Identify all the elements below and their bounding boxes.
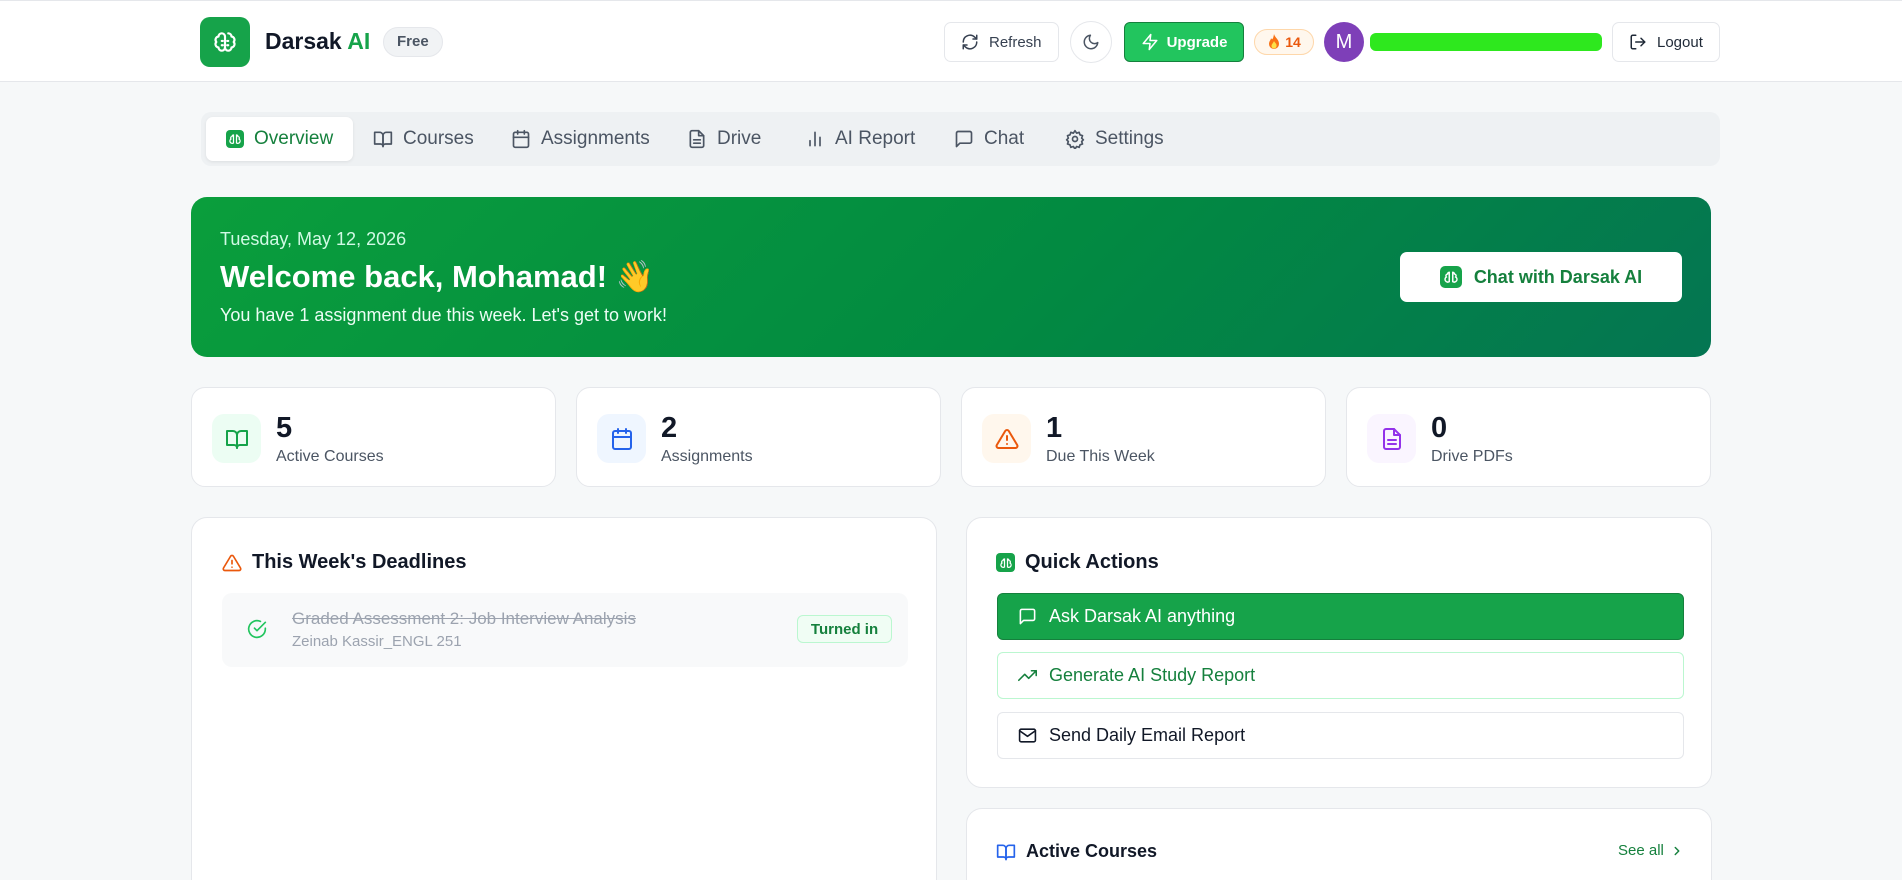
deadlines-panel: This Week's Deadlines Graded Assessment …: [191, 517, 937, 880]
generate-report-button[interactable]: Generate AI Study Report: [997, 652, 1684, 699]
top-header: Darsak AI Free Refresh Upgrade 14 M Logo…: [0, 0, 1902, 82]
ask-ai-button[interactable]: Ask Darsak AI anything: [997, 593, 1684, 640]
document-icon: [689, 129, 705, 149]
logout-icon: [1630, 34, 1646, 50]
quick-actions-title: Quick Actions: [996, 551, 1159, 574]
tab-chat[interactable]: Chat: [934, 117, 1044, 161]
deadline-course: Zeinab Kassir_ENGL 251: [292, 633, 462, 650]
book-icon: [212, 414, 261, 463]
streak-count: 14: [1285, 34, 1301, 50]
welcome-title: Welcome back, Mohamad! 👋: [220, 259, 655, 294]
check-circle-icon: [247, 619, 267, 639]
book-icon: [373, 131, 393, 148]
stat-label: Active Courses: [276, 448, 384, 465]
status-badge: Turned in: [797, 615, 892, 643]
refresh-button[interactable]: Refresh: [944, 22, 1059, 62]
logout-label: Logout: [1657, 33, 1703, 51]
logout-button[interactable]: Logout: [1612, 22, 1720, 62]
active-courses-panel: Active Courses See all: [966, 808, 1712, 880]
refresh-icon: [962, 34, 978, 50]
upgrade-button[interactable]: Upgrade: [1124, 22, 1244, 62]
stat-card-drive-pdfs[interactable]: 0 Drive PDFs: [1346, 387, 1711, 487]
welcome-subtitle: You have 1 assignment due this week. Let…: [220, 305, 668, 325]
tab-courses[interactable]: Courses: [353, 117, 494, 161]
brain-icon: [996, 553, 1015, 572]
stat-value: 2: [661, 412, 678, 444]
welcome-banner: Tuesday, May 12, 2026 Welcome back, Moha…: [191, 197, 1711, 357]
tab-ai-report[interactable]: AI Report: [785, 117, 935, 161]
streak-badge[interactable]: 14: [1254, 29, 1314, 55]
document-icon: [1367, 414, 1416, 463]
tab-label: Courses: [403, 128, 474, 149]
warning-icon: [982, 414, 1031, 463]
upgrade-label: Upgrade: [1166, 33, 1228, 51]
stat-card-due-this-week[interactable]: 1 Due This Week: [961, 387, 1326, 487]
brain-icon: [214, 32, 236, 52]
fire-icon: [1269, 34, 1280, 49]
send-email-report-button[interactable]: Send Daily Email Report: [997, 712, 1684, 759]
stat-label: Assignments: [661, 448, 753, 465]
stat-card-assignments[interactable]: 2 Assignments: [576, 387, 941, 487]
bar-chart-icon: [809, 131, 821, 147]
stat-label: Due This Week: [1046, 448, 1155, 465]
tab-drive[interactable]: Drive: [667, 117, 781, 161]
stat-label: Drive PDFs: [1431, 448, 1513, 465]
main-tabs: Overview Courses Assignments Drive AI Re…: [201, 112, 1720, 166]
chat-with-ai-button[interactable]: Chat with Darsak AI: [1400, 252, 1682, 302]
deadline-item[interactable]: Graded Assessment 2: Job Interview Analy…: [222, 593, 908, 667]
avatar[interactable]: M: [1324, 22, 1364, 62]
tab-label: AI Report: [835, 128, 916, 149]
quick-actions-panel: Quick Actions Ask Darsak AI anything Gen…: [966, 517, 1712, 788]
theme-toggle-button[interactable]: [1070, 21, 1112, 63]
current-date: Tuesday, May 12, 2026: [220, 229, 407, 249]
tab-settings[interactable]: Settings: [1045, 117, 1184, 161]
tab-overview[interactable]: Overview: [206, 117, 354, 161]
book-icon: [996, 844, 1016, 860]
tab-label: Settings: [1095, 128, 1164, 149]
see-all-link[interactable]: See all: [1618, 842, 1684, 859]
stat-value: 0: [1431, 412, 1448, 444]
tab-assignments[interactable]: Assignments: [491, 117, 670, 161]
calendar-icon: [512, 129, 530, 149]
chat-icon: [955, 130, 973, 148]
lightning-icon: [1142, 33, 1158, 51]
gear-icon: [1065, 129, 1085, 149]
tab-label: Overview: [254, 128, 334, 149]
warning-icon: [222, 554, 242, 571]
brain-icon: [1439, 266, 1462, 288]
calendar-icon: [597, 414, 646, 463]
trending-up-icon: [1018, 669, 1037, 682]
tab-label: Drive: [717, 128, 762, 149]
chat-with-ai-label: Chat with Darsak AI: [1473, 266, 1643, 287]
stat-value: 1: [1046, 412, 1063, 444]
chevron-right-icon: [1674, 846, 1680, 855]
brand-name: Darsak AI: [265, 28, 371, 54]
stat-value: 5: [276, 412, 293, 444]
deadline-title: Graded Assessment 2: Job Interview Analy…: [292, 609, 636, 628]
stat-card-active-courses[interactable]: 5 Active Courses: [191, 387, 556, 487]
chat-icon: [1019, 608, 1036, 625]
tab-label: Assignments: [541, 128, 650, 149]
deadlines-title: This Week's Deadlines: [222, 551, 466, 574]
logo[interactable]: [200, 17, 250, 67]
redacted-username: [1370, 33, 1602, 51]
moon-icon: [1083, 34, 1099, 50]
mail-icon: [1018, 728, 1037, 743]
refresh-label: Refresh: [989, 33, 1042, 51]
plan-badge: Free: [383, 27, 443, 57]
tab-label: Chat: [984, 128, 1025, 149]
active-courses-title: Active Courses: [996, 841, 1157, 862]
brain-icon: [226, 130, 244, 148]
